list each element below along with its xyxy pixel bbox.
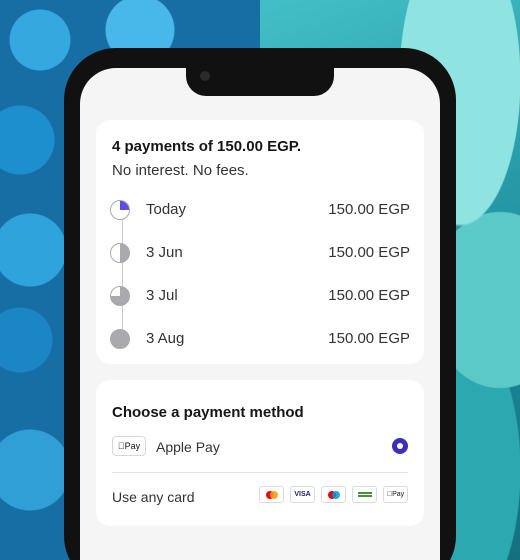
- camera-icon: [200, 71, 210, 81]
- installment-amount: 150.00 EGP: [328, 287, 410, 304]
- payment-method-card: Choose a payment method Pay Apple Pay U…: [96, 380, 424, 526]
- mastercard-icon: [259, 486, 284, 503]
- phone-screen: 4 payments of 150.00 EGP. No interest. N…: [80, 68, 440, 560]
- divider: [112, 472, 408, 473]
- payment-method-title: Choose a payment method: [112, 404, 304, 421]
- bank-card-icon: [352, 486, 377, 503]
- any-card-option[interactable]: Use any card: [112, 489, 194, 505]
- installment-date: Today: [146, 201, 187, 218]
- installment-amount: 150.00 EGP: [328, 201, 410, 218]
- progress-pie-icon: [110, 286, 130, 306]
- card-brands: VISA Pay: [259, 486, 408, 503]
- plan-title: 4 payments of 150.00 EGP.: [112, 138, 301, 155]
- installment-plan-card: 4 payments of 150.00 EGP. No interest. N…: [96, 120, 424, 364]
- installment-row: Today 150.00 EGP: [110, 198, 410, 222]
- phone-notch: [186, 68, 334, 96]
- maestro-icon: [321, 486, 346, 503]
- phone-frame: 4 payments of 150.00 EGP. No interest. N…: [64, 48, 456, 560]
- apple-pay-small-icon: Pay: [383, 486, 408, 503]
- progress-pie-icon: [110, 243, 130, 263]
- apple-pay-radio[interactable]: [392, 438, 408, 454]
- installment-row: 3 Jun 150.00 EGP: [110, 241, 410, 265]
- apple-pay-option[interactable]: Apple Pay: [156, 439, 220, 455]
- installment-row: 3 Aug 150.00 EGP: [110, 327, 410, 351]
- timeline-line: [122, 210, 123, 338]
- installment-row: 3 Jul 150.00 EGP: [110, 284, 410, 308]
- installment-date: 3 Aug: [146, 330, 185, 347]
- plan-subtitle: No interest. No fees.: [112, 162, 249, 179]
- apple-pay-icon[interactable]: Pay: [112, 436, 146, 456]
- progress-pie-icon: [110, 200, 130, 220]
- installment-date: 3 Jul: [146, 287, 178, 304]
- installment-date: 3 Jun: [146, 244, 183, 261]
- visa-icon: VISA: [290, 486, 315, 503]
- progress-pie-icon: [110, 329, 130, 349]
- installment-amount: 150.00 EGP: [328, 330, 410, 347]
- installment-amount: 150.00 EGP: [328, 244, 410, 261]
